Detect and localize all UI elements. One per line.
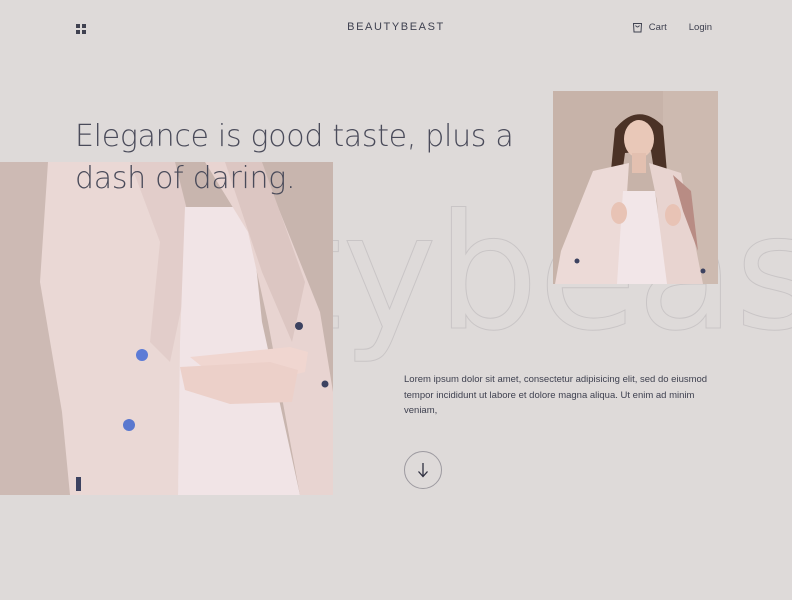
hero-headline: Elegance is good taste, plus a dash of d… (75, 119, 514, 196)
login-link[interactable]: Login (689, 22, 712, 33)
scroll-down-button[interactable] (404, 451, 442, 489)
model-photo (553, 91, 718, 284)
hero-photo (0, 162, 333, 495)
cart-label: Cart (648, 21, 667, 33)
cart-link[interactable]: Cart (632, 21, 667, 33)
hero-description: Lorem ipsum dolor sit amet, consectetur … (404, 374, 708, 416)
arrow-down-icon (418, 463, 428, 478)
page: beautybeast BEAUTYBEAST Cart Login (0, 0, 792, 600)
top-nav: Cart Login (632, 21, 712, 33)
shopping-bag-icon (632, 23, 642, 33)
